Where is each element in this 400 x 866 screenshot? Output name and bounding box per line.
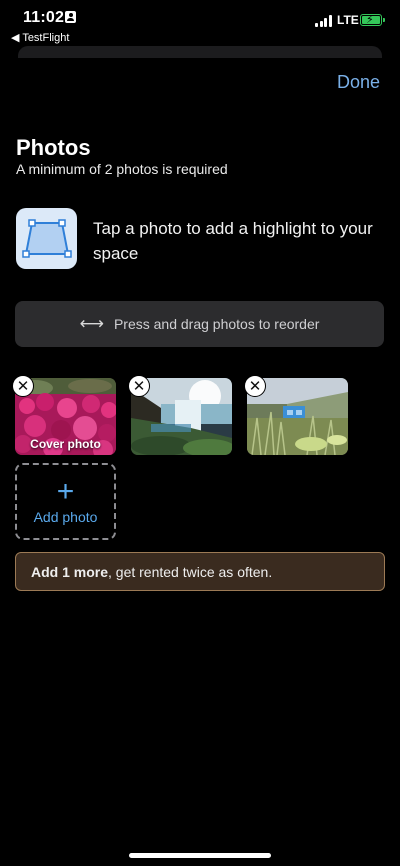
sheet-peek xyxy=(18,46,382,58)
plus-icon: + xyxy=(56,474,75,508)
close-icon: ✕ xyxy=(132,377,146,395)
status-bar: 11:02 ◀ TestFlight LTE ⚡ xyxy=(0,0,400,48)
home-indicator[interactable] xyxy=(129,853,271,858)
person-badge-icon xyxy=(65,11,76,23)
banner-bold-text: Add 1 more xyxy=(31,563,109,580)
page-subtitle: A minimum of 2 photos is required xyxy=(16,161,228,177)
close-icon: ✕ xyxy=(248,377,262,395)
reorder-hint: ⟷ Press and drag photos to reorder xyxy=(15,301,384,347)
close-icon: ✕ xyxy=(16,377,30,395)
page-title: Photos xyxy=(16,135,91,160)
banner-text: , get rented twice as often. xyxy=(108,563,273,580)
highlight-quad-icon xyxy=(16,208,77,269)
remove-photo-1-button[interactable]: ✕ xyxy=(12,375,34,397)
back-to-testflight-link[interactable]: ◀ TestFlight xyxy=(11,31,69,44)
highlight-instruction: Tap a photo to add a highlight to your s… xyxy=(93,219,373,263)
add-photo-label: Add photo xyxy=(33,508,98,525)
done-button[interactable]: Done xyxy=(337,72,380,93)
battery-tip xyxy=(383,18,385,22)
remove-photo-3-button[interactable]: ✕ xyxy=(244,375,266,397)
status-time: 11:02 xyxy=(23,9,65,26)
remove-photo-2-button[interactable]: ✕ xyxy=(128,375,150,397)
cellular-signal-icon xyxy=(315,15,333,27)
add-more-banner: Add 1 more, get rented twice as often. xyxy=(15,552,385,591)
cover-photo-label: Cover photo xyxy=(30,437,101,451)
battery-charging-icon: ⚡ xyxy=(360,14,382,26)
network-type: LTE xyxy=(337,13,359,27)
horizontal-arrows-icon: ⟷ xyxy=(79,314,104,333)
add-photo-button[interactable]: + Add photo xyxy=(15,463,116,540)
reorder-hint-label: Press and drag photos to reorder xyxy=(113,316,320,332)
